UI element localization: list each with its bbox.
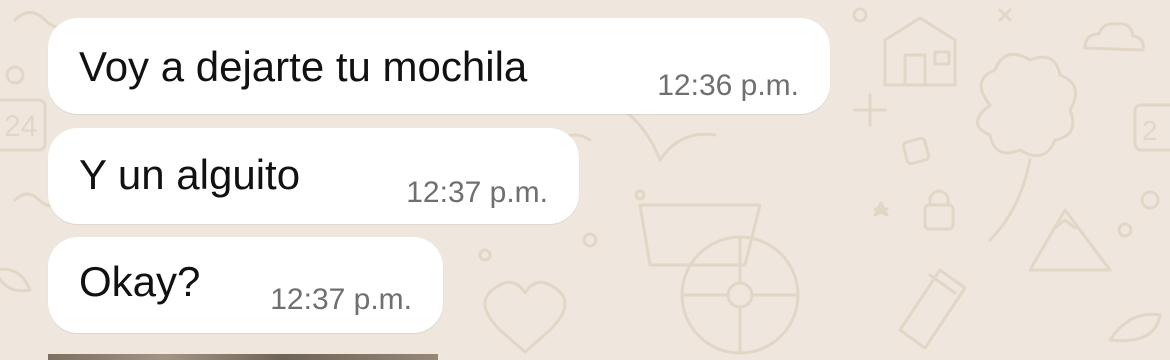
wheel-doodle [680, 235, 800, 355]
flower-doodle [976, 52, 1078, 158]
message-bubble[interactable]: Voy a dejarte tu mochila 12:36 p.m. [48, 18, 830, 114]
dot-doodle [582, 232, 598, 248]
message-timestamp: 12:37 p.m. [270, 283, 412, 316]
message-bubble[interactable]: Okay? 12:37 p.m. [48, 237, 443, 333]
plus-doodle [853, 93, 887, 127]
lock-doodle [923, 189, 955, 231]
calendar-doodle-right: 2 [1133, 103, 1170, 152]
cloud-doodle [1083, 22, 1145, 52]
calendar-doodle: 24 [0, 98, 47, 152]
message-timestamp: 12:36 p.m. [657, 69, 799, 102]
dot-doodle [5, 65, 25, 85]
svg-text:24: 24 [4, 110, 37, 143]
mountain-doodle [1028, 208, 1112, 272]
message-text: Okay? [79, 258, 201, 305]
dot-doodle [1117, 222, 1133, 238]
house-doodle [883, 16, 957, 87]
message-text: Y un alguito [79, 151, 301, 198]
dot-doodle [852, 7, 868, 23]
dot-doodle [1140, 190, 1160, 210]
dot-doodle [478, 248, 492, 262]
box-doodle [638, 203, 762, 267]
die-doodle [901, 136, 931, 166]
svg-text:2: 2 [1142, 115, 1158, 146]
leaf-doodle [1108, 312, 1162, 343]
cross-doodle [998, 8, 1012, 22]
dot-doodle [634, 189, 646, 201]
heart-doodle [483, 280, 567, 354]
pencil-doodle [898, 268, 967, 350]
star-doodle [873, 201, 889, 217]
message-bubble[interactable]: Y un alguito 12:37 p.m. [48, 128, 579, 224]
image-message-thumbnail[interactable] [48, 354, 438, 360]
leaf-doodle-left [0, 267, 32, 293]
flower-stem-doodle [988, 158, 1032, 242]
message-timestamp: 12:37 p.m. [406, 176, 548, 209]
message-text: Voy a dejarte tu mochila [79, 43, 528, 90]
